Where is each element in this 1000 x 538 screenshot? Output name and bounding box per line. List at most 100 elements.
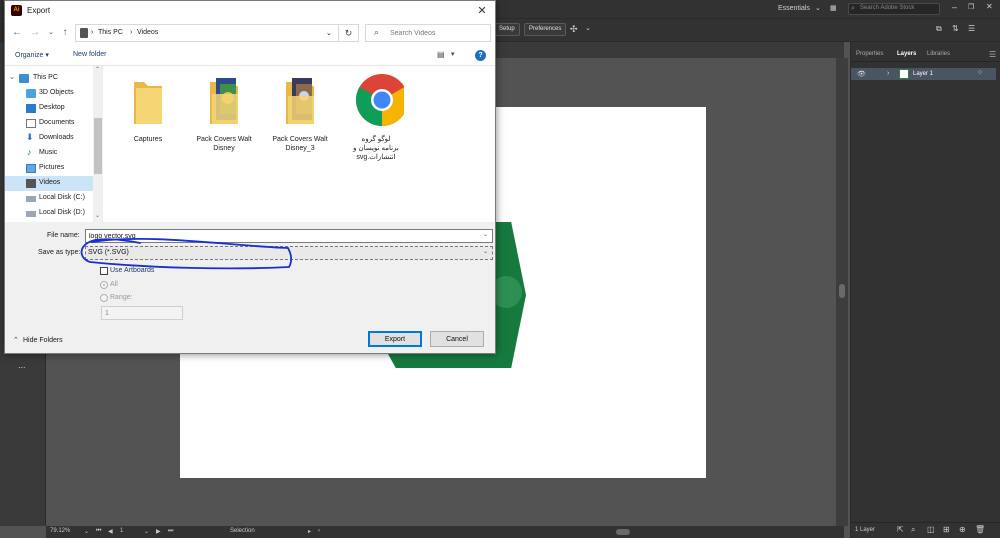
file-item-pack-covers-1[interactable]: Pack Covers Walt Disney <box>188 72 260 172</box>
artboard-number[interactable]: 1 <box>120 528 123 534</box>
file-item-pack-covers-3[interactable]: Pack Covers Walt Disney_3 <box>264 72 336 172</box>
delete-layer-icon[interactable]: 🗑 <box>975 525 985 534</box>
save-type-dropdown-chevron-icon[interactable]: ⌄ <box>483 248 488 255</box>
tab-properties[interactable]: Properties <box>856 51 883 57</box>
app-close-icon[interactable]: ✕ <box>986 2 993 11</box>
nav-music[interactable]: ♪ Music <box>5 146 93 161</box>
export-layer-icon[interactable]: ⇱ <box>897 525 904 534</box>
nav-pane-scrollbar[interactable]: ⌃ ⌄ <box>93 66 103 222</box>
refresh-button[interactable]: ↻ <box>339 24 359 42</box>
clipping-mask-icon[interactable]: ◫ <box>927 525 935 534</box>
locate-object-icon[interactable]: ⌕ <box>911 525 915 535</box>
hide-folders-button[interactable]: Hide Folders <box>23 337 63 344</box>
range-input[interactable] <box>101 306 183 320</box>
panel-options-icon[interactable]: ☰ <box>989 50 996 59</box>
illustrator-app-icon: Ai <box>11 5 22 16</box>
nav-desktop[interactable]: Desktop <box>5 101 93 116</box>
zoom-chevron-icon[interactable]: ⌄ <box>84 528 89 535</box>
hide-folders-chevron-icon[interactable]: ⌃ <box>13 336 19 344</box>
view-options-icon[interactable]: ▤ <box>437 50 445 59</box>
layer-row[interactable]: 👁 › Layer 1 ○ <box>851 68 996 80</box>
nav-expand-chevron-icon[interactable]: ⌄ <box>9 73 15 81</box>
nav-documents[interactable]: Documents <box>5 116 93 131</box>
scroll-up-chevron-icon[interactable]: ⌃ <box>95 66 100 73</box>
document-setup-button[interactable]: Setup <box>494 23 520 36</box>
search-videos-box[interactable]: ⌕ <box>365 24 491 42</box>
artboard-number-chevron-icon[interactable]: ⌄ <box>144 528 149 535</box>
new-layer-icon[interactable]: ⊕ <box>959 525 966 534</box>
edit-toolbar-icon[interactable]: ... <box>18 360 26 370</box>
vertical-scroll-thumb[interactable] <box>839 284 845 298</box>
address-dropdown-chevron-icon[interactable]: ⌄ <box>326 29 332 37</box>
zoom-level[interactable]: 79.12% <box>50 528 70 534</box>
dialog-close-button[interactable]: ✕ <box>475 4 489 18</box>
nav-scroll-thumb[interactable] <box>94 118 102 174</box>
canvas-vertical-scrollbar[interactable] <box>836 58 848 526</box>
file-item-svg-logo[interactable]: لوگو گروه برنامه نویسان و انتشارات.svg <box>340 72 412 172</box>
downloads-icon: ⬇ <box>26 132 34 142</box>
breadcrumb-videos[interactable]: Videos <box>137 29 158 36</box>
align-icon[interactable]: ✣ <box>570 24 578 35</box>
cancel-button[interactable]: Cancel <box>430 331 484 347</box>
nav-3d-objects[interactable]: 3D Objects <box>5 86 93 101</box>
new-folder-button[interactable]: New folder <box>73 51 106 58</box>
new-sublayer-icon[interactable]: ⊞ <box>943 525 950 534</box>
transform-icon[interactable]: ⧉ <box>936 24 942 34</box>
view-options-chevron-icon[interactable]: ▾ <box>451 50 455 58</box>
layer-target-icon[interactable]: ○ <box>978 69 982 76</box>
tab-layers[interactable]: Layers <box>897 51 916 57</box>
save-as-type-select[interactable]: SVG (*.SVG) <box>85 246 493 260</box>
use-artboards-label[interactable]: Use Artboards <box>110 267 154 274</box>
minimize-icon[interactable]: – <box>952 2 957 12</box>
preferences-button[interactable]: Preferences <box>524 23 567 36</box>
recent-locations-chevron-icon[interactable]: ⌄ <box>45 27 57 39</box>
layer-name[interactable]: Layer 1 <box>913 71 933 77</box>
refresh-icon: ↻ <box>344 28 353 38</box>
range-radio[interactable] <box>100 294 108 302</box>
all-radio[interactable] <box>100 281 108 289</box>
arrange-icon[interactable]: ⇅ <box>952 24 959 33</box>
videos-folder-icon <box>80 28 88 38</box>
control-chevron-icon[interactable]: ⌄ <box>585 24 591 32</box>
file-item-captures[interactable]: Captures <box>112 72 184 172</box>
use-artboards-checkbox[interactable] <box>100 267 108 275</box>
workspace-switcher[interactable]: Essentials <box>778 5 810 12</box>
nav-pictures[interactable]: Pictures <box>5 161 93 176</box>
scroll-down-chevron-icon[interactable]: ⌄ <box>95 212 100 219</box>
back-arrow-icon[interactable]: ← <box>11 27 23 39</box>
workspace-chevron-icon[interactable]: ⌄ <box>815 4 821 12</box>
address-bar[interactable]: › This PC › Videos ⌄ <box>75 24 339 42</box>
dialog-toolbar: Organize ▾ New folder ▤ ▾ ? <box>5 45 495 66</box>
artboard-next-icon[interactable]: ▶ <box>156 528 161 535</box>
pictures-icon <box>26 164 36 173</box>
file-name-dropdown-chevron-icon[interactable]: ⌄ <box>483 231 488 238</box>
export-button[interactable]: Export <box>368 331 422 347</box>
nav-local-disk-d[interactable]: Local Disk (D:) <box>5 206 93 221</box>
status-menu-icon[interactable]: ‹ <box>318 528 320 534</box>
help-icon[interactable]: ? <box>475 50 486 61</box>
panel-menu-icon[interactable]: ☰ <box>968 24 975 33</box>
stock-search-input[interactable]: ⌕ Search Adobe Stock <box>848 3 940 15</box>
artboard-first-icon[interactable]: ⏮ <box>96 528 101 535</box>
horizontal-scroll-thumb[interactable] <box>616 529 630 535</box>
arrange-documents-icon[interactable]: ▦ <box>830 4 837 12</box>
visibility-eye-icon[interactable]: 👁 <box>857 70 866 78</box>
3d-objects-icon <box>26 89 36 98</box>
up-arrow-icon[interactable]: ↑ <box>59 27 71 39</box>
artboard-last-icon[interactable]: ⏭ <box>168 528 173 535</box>
restore-icon[interactable]: ❐ <box>968 3 974 11</box>
status-arrow-icon[interactable]: ▸ <box>308 528 311 535</box>
file-name-input[interactable] <box>85 229 493 243</box>
forward-arrow-icon[interactable]: → <box>29 27 41 39</box>
artboard-prev-icon[interactable]: ◀ <box>108 528 113 535</box>
nav-downloads[interactable]: ⬇ Downloads <box>5 131 93 146</box>
address-row: ← → ⌄ ↑ › This PC › Videos ⌄ ↻ ⌕ <box>5 21 495 45</box>
organize-button[interactable]: Organize ▾ <box>15 51 49 59</box>
breadcrumb-this-pc[interactable]: This PC <box>98 29 123 36</box>
tab-libraries[interactable]: Libraries <box>927 51 950 57</box>
search-input[interactable] <box>390 28 486 39</box>
nav-this-pc[interactable]: ⌄ This PC <box>5 71 93 86</box>
nav-videos[interactable]: Videos <box>5 176 93 191</box>
layer-expand-chevron-icon[interactable]: › <box>887 70 889 77</box>
nav-local-disk-c[interactable]: Local Disk (C:) <box>5 191 93 206</box>
